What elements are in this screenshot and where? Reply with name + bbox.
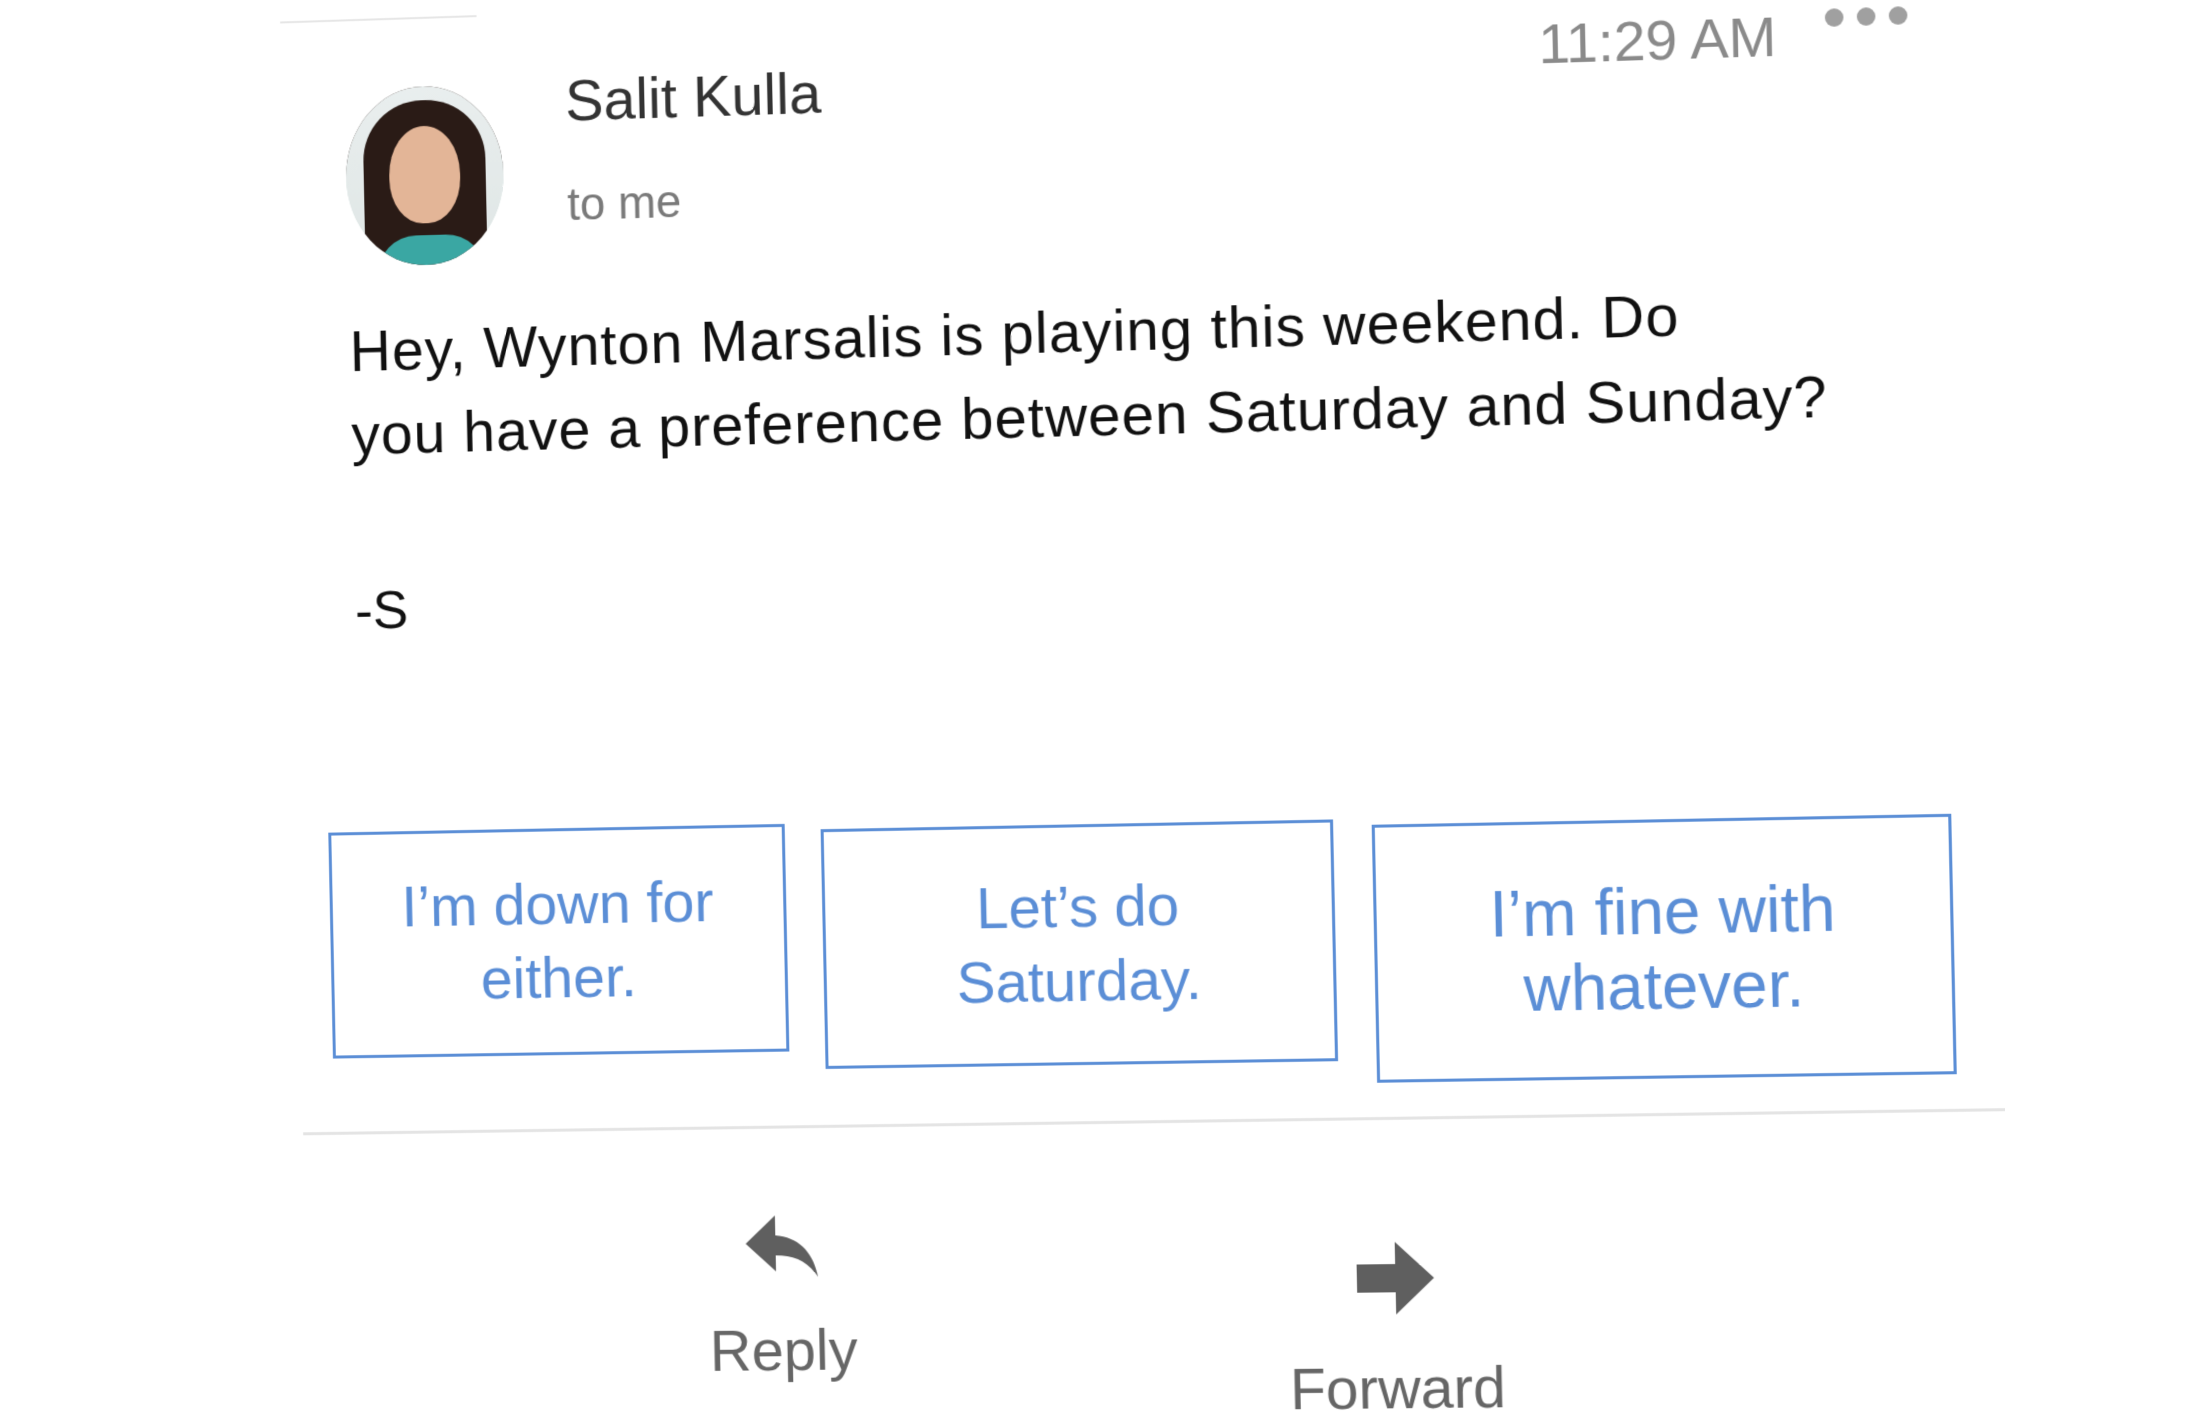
reply-label: Reply [709, 1317, 859, 1384]
smart-reply-button[interactable]: Let’s do Saturday. [820, 819, 1339, 1069]
message-body: Hey, Wynton Marsalis is playing this wee… [349, 267, 1923, 477]
recipient-line[interactable]: to me [567, 174, 682, 231]
reply-button[interactable]: Reply [691, 1210, 874, 1385]
smart-reply-text: I’m down for [400, 869, 715, 940]
forward-button[interactable]: Forward [1253, 1236, 1541, 1424]
message-time: 11:29 AM [1537, 4, 1778, 76]
smart-reply-button[interactable]: I’m fine with whatever. [1371, 813, 1957, 1083]
forward-label: Forward [1289, 1354, 1507, 1423]
top-divider [280, 15, 477, 24]
smart-reply-text: Saturday. [956, 946, 1203, 1016]
more-options-button[interactable] [1824, 3, 1908, 30]
reply-arrow-icon [745, 1214, 818, 1278]
smart-reply-text: either. [480, 944, 638, 1012]
forward-arrow-icon [1356, 1241, 1435, 1315]
smart-reply-text: whatever. [1522, 947, 1805, 1026]
avatar[interactable] [344, 83, 506, 268]
sender-name[interactable]: Salit Kulla [564, 60, 822, 135]
smart-reply-text: Let’s do [975, 872, 1180, 942]
smart-reply-button[interactable]: I’m down for either. [328, 823, 790, 1059]
smart-reply-text: I’m fine with [1488, 871, 1837, 951]
signature: -S [354, 580, 409, 641]
email-card: Salit Kulla to me 11:29 AM Hey, Wynton M… [0, 0, 2208, 1424]
actions-divider [303, 1108, 2006, 1136]
more-horizontal-icon [1824, 8, 1844, 27]
